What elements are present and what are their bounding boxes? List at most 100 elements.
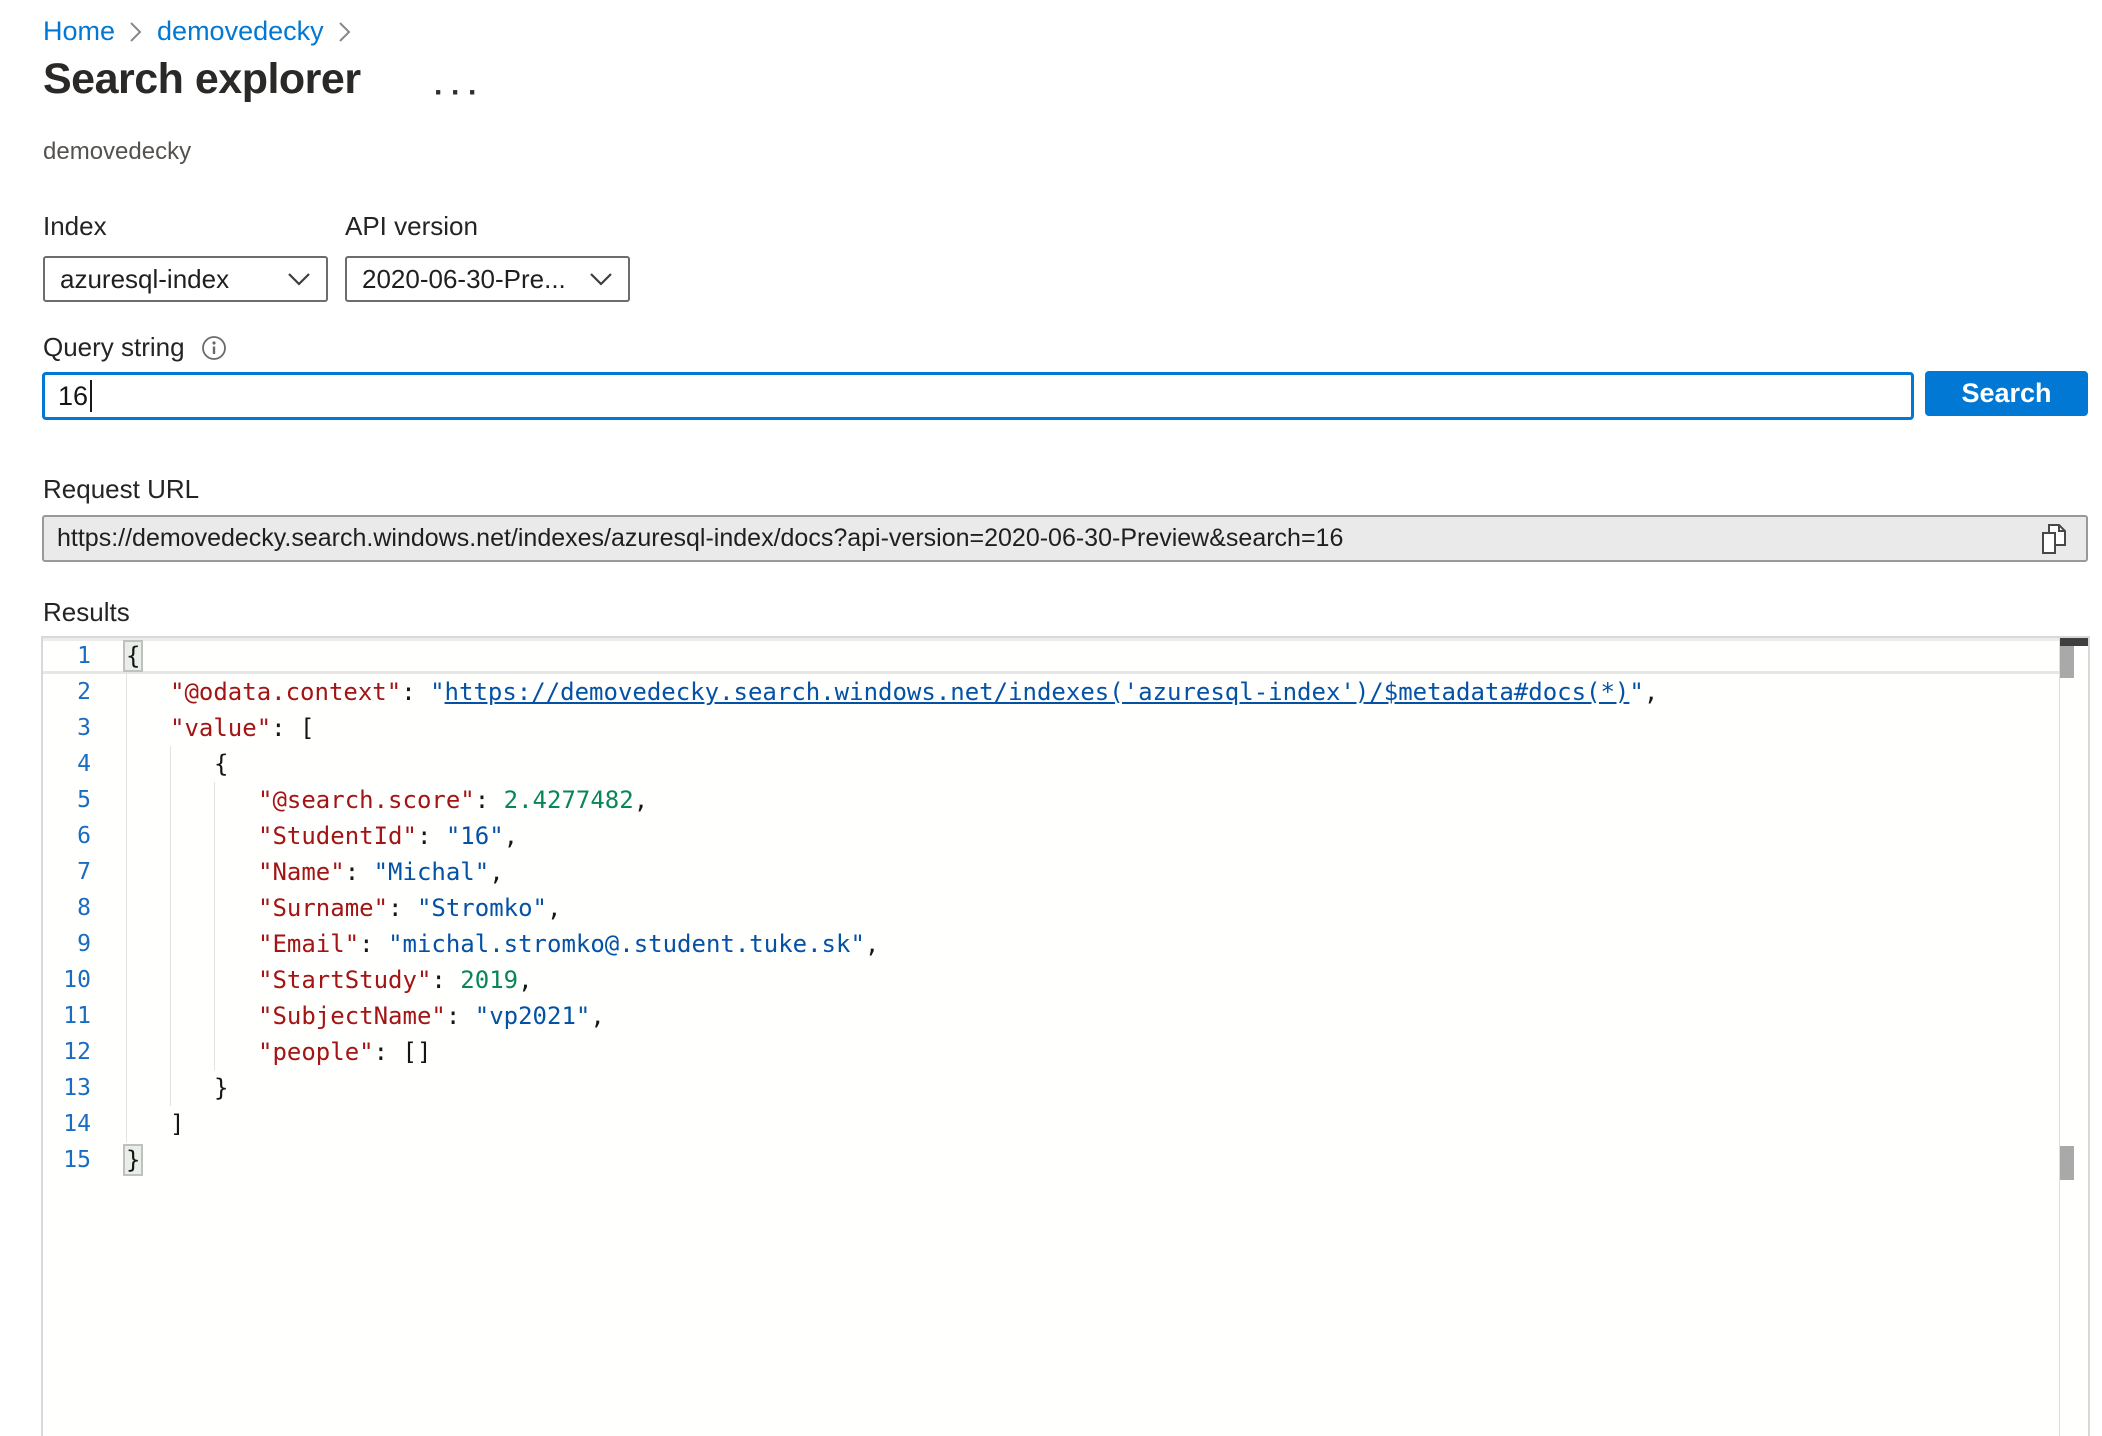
- code-token: "people": [258, 1038, 374, 1066]
- code-line: 8"Surname": "Stromko",: [43, 890, 2059, 926]
- code-line: 5"@search.score": 2.4277482,: [43, 782, 2059, 818]
- code-token: 2019: [460, 966, 518, 994]
- line-number: 11: [43, 998, 91, 1034]
- results-label: Results: [43, 597, 130, 628]
- overview-bracket-decoration: [2060, 1146, 2074, 1180]
- code-line: 1{: [43, 638, 2059, 674]
- breadcrumb-chevron-icon: [338, 20, 352, 44]
- code-token: "Surname": [258, 894, 388, 922]
- api-version-field: API version 2020-06-30-Pre...: [345, 211, 630, 302]
- index-label: Index: [43, 211, 328, 242]
- indent-guide: [126, 1106, 170, 1142]
- code-token: "Michal": [374, 858, 490, 886]
- line-number: 2: [43, 674, 91, 710]
- indent-guide: [126, 746, 170, 782]
- code-line: 2 "@odata.context": "https://demovedecky.…: [43, 674, 2059, 710]
- indent-guide: [170, 890, 214, 926]
- breadcrumb: Home demovedecky: [43, 16, 352, 47]
- code-line: 7"Name": "Michal",: [43, 854, 2059, 890]
- more-menu-icon[interactable]: ···: [430, 74, 489, 112]
- code-token: "@odata.context": [170, 678, 401, 706]
- code-content: {: [91, 638, 2059, 674]
- page-subtitle: demovedecky: [43, 138, 191, 166]
- code-line: 14]: [43, 1106, 2059, 1142]
- request-url-field[interactable]: https://demovedecky.search.windows.net/i…: [42, 515, 2088, 562]
- text-cursor: [90, 380, 92, 412]
- code-link[interactable]: https://demovedecky.search.windows.net/i…: [445, 678, 1630, 706]
- indent-guide: [214, 962, 258, 998]
- code-token: :: [475, 786, 504, 814]
- query-string-label: Query string: [43, 332, 185, 363]
- search-explorer-page: Home demovedecky Search explorer ··· dem…: [0, 0, 2102, 1436]
- code-token: ,: [489, 858, 503, 886]
- index-dropdown[interactable]: azuresql-index: [43, 256, 328, 302]
- code-token: :: [431, 966, 460, 994]
- code-token: 2.4277482: [504, 786, 634, 814]
- code-token: :: [446, 1002, 475, 1030]
- code-line: 6"StudentId": "16",: [43, 818, 2059, 854]
- code-line: 11"SubjectName": "vp2021",: [43, 998, 2059, 1034]
- code-content: "SubjectName": "vp2021",: [91, 998, 2059, 1034]
- indent-guide: [214, 1034, 258, 1070]
- api-version-dropdown-value: 2020-06-30-Pre...: [362, 264, 566, 295]
- code-line: 10"StartStudy": 2019,: [43, 962, 2059, 998]
- code-token: }: [214, 1074, 228, 1102]
- editor-scrollbar: [2059, 638, 2088, 1436]
- code-token: "StartStudy": [258, 966, 431, 994]
- code-token: "16": [446, 822, 504, 850]
- code-token: "value": [170, 714, 271, 742]
- indent-guide: [214, 854, 258, 890]
- page-title: Search explorer: [43, 55, 361, 104]
- code-content: }: [91, 1070, 2059, 1106]
- indent-guide: [126, 962, 170, 998]
- index-dropdown-value: azuresql-index: [60, 264, 229, 295]
- code-line: 3"value": [: [43, 710, 2059, 746]
- results-editor[interactable]: 1{2"@odata.context": "https://demovedeck…: [41, 636, 2090, 1436]
- line-number: 13: [43, 1070, 91, 1106]
- copy-icon[interactable]: [2039, 521, 2069, 557]
- code-token: ]: [170, 1110, 184, 1138]
- code-content: "Email": "michal.stromko@.student.tuke.s…: [91, 926, 2059, 962]
- code-token: ,: [504, 822, 518, 850]
- code-token: "vp2021": [475, 1002, 591, 1030]
- code-line: 9"Email": "michal.stromko@.student.tuke.…: [43, 926, 2059, 962]
- scrollbar-thumb[interactable]: [2060, 646, 2074, 678]
- indent-guide: [126, 818, 170, 854]
- indent-guide: [170, 746, 214, 782]
- breadcrumb-home[interactable]: Home: [43, 16, 115, 47]
- query-input[interactable]: [42, 372, 1914, 420]
- indent-guide: [126, 1034, 170, 1070]
- line-number: 5: [43, 782, 91, 818]
- code-token: ": [430, 678, 444, 706]
- line-number: 9: [43, 926, 91, 962]
- indent-guide: [170, 1070, 214, 1106]
- indent-guide: [126, 710, 170, 746]
- line-number: 15: [43, 1142, 91, 1178]
- indent-guide: [126, 782, 170, 818]
- code-token: ": [1629, 678, 1643, 706]
- line-number: 6: [43, 818, 91, 854]
- code-content: "Name": "Michal",: [91, 854, 2059, 890]
- indent-guide: [170, 854, 214, 890]
- breadcrumb-demovedecky[interactable]: demovedecky: [157, 16, 324, 47]
- line-number: 7: [43, 854, 91, 890]
- api-version-dropdown[interactable]: 2020-06-30-Pre...: [345, 256, 630, 302]
- search-button[interactable]: Search: [1925, 371, 2088, 416]
- line-number: 1: [43, 638, 91, 674]
- code-token: :: [359, 930, 388, 958]
- indent-guide: [126, 1070, 170, 1106]
- code-content: "StartStudy": 2019,: [91, 962, 2059, 998]
- indent-guide: [170, 1034, 214, 1070]
- code-token: "michal.stromko@.student.tuke.sk": [388, 930, 865, 958]
- info-icon[interactable]: [201, 335, 227, 361]
- code-token: :: [401, 678, 430, 706]
- code-token: ,: [518, 966, 532, 994]
- query-string-row: Query string: [43, 332, 227, 363]
- code-content: "people": []: [91, 1034, 2059, 1070]
- index-api-row: Index azuresql-index API version 2020-06…: [43, 211, 630, 302]
- code-token: {: [214, 750, 228, 778]
- indent-guide: [170, 926, 214, 962]
- indent-guide: [214, 782, 258, 818]
- chevron-down-icon: [589, 272, 613, 286]
- code-content: }: [91, 1142, 2059, 1178]
